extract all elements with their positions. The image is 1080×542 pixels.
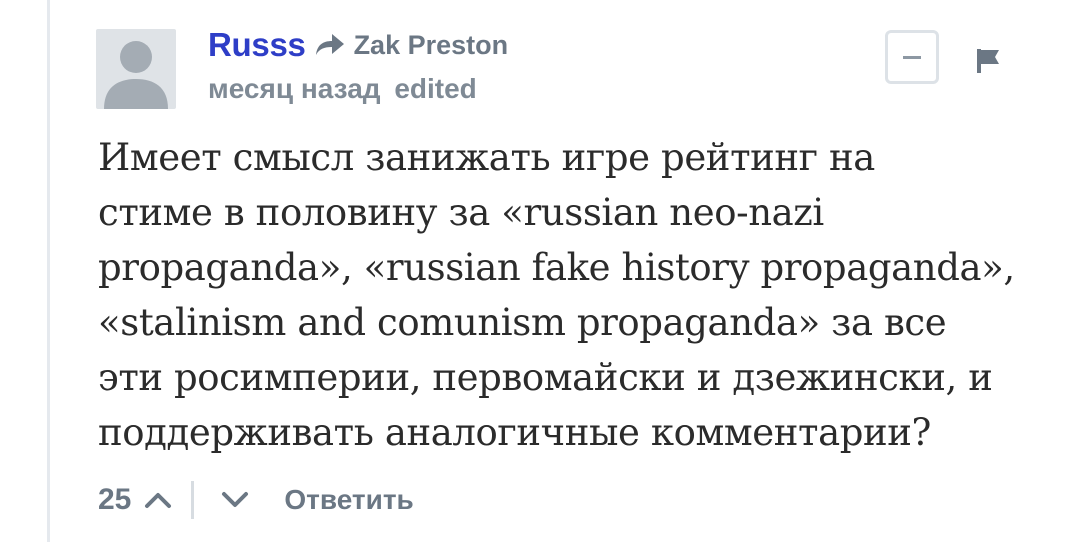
flag-icon[interactable] xyxy=(975,47,1001,75)
reply-to-name[interactable]: Zak Preston xyxy=(354,30,509,61)
comment-body-line: «stalinism and comunism propaganda» за в… xyxy=(98,301,947,344)
comment-body-line: propaganda», «russian fake history propa… xyxy=(98,246,1015,289)
collapse-button[interactable] xyxy=(885,30,939,84)
comment-body-line: поддерживать аналогичные комментарии? xyxy=(98,411,931,454)
comment-body-line: стиме в половину за «russian neo-nazi xyxy=(98,191,824,234)
avatar[interactable] xyxy=(96,29,176,109)
reply-arrow-icon xyxy=(315,34,344,55)
vote-divider xyxy=(191,481,195,519)
vote-count: 25 xyxy=(98,483,132,516)
comment-card: Russs Zak Preston месяц назад edited Име… xyxy=(0,0,1080,542)
minus-icon xyxy=(903,55,921,59)
chevron-down-icon[interactable] xyxy=(220,489,250,511)
reply-button[interactable]: Ответить xyxy=(284,484,413,516)
edited-label: edited xyxy=(394,73,477,104)
thread-line xyxy=(47,0,50,542)
comment-body: Имеет смысл занижать игре рейтинг на сти… xyxy=(98,130,1058,460)
comment-meta: месяц назад edited xyxy=(208,73,477,105)
chevron-up-icon[interactable] xyxy=(143,489,173,511)
default-avatar-icon xyxy=(104,41,168,109)
author-name[interactable]: Russs xyxy=(208,26,306,64)
comment-actions: 25 Ответить xyxy=(98,478,414,522)
comment-header: Russs Zak Preston xyxy=(208,20,508,70)
comment-body-line: Имеет смысл занижать игре рейтинг на xyxy=(98,136,875,179)
comment-body-line: эти росимперии, первомайски и дзежински,… xyxy=(98,356,993,399)
timestamp[interactable]: месяц назад xyxy=(208,73,381,104)
